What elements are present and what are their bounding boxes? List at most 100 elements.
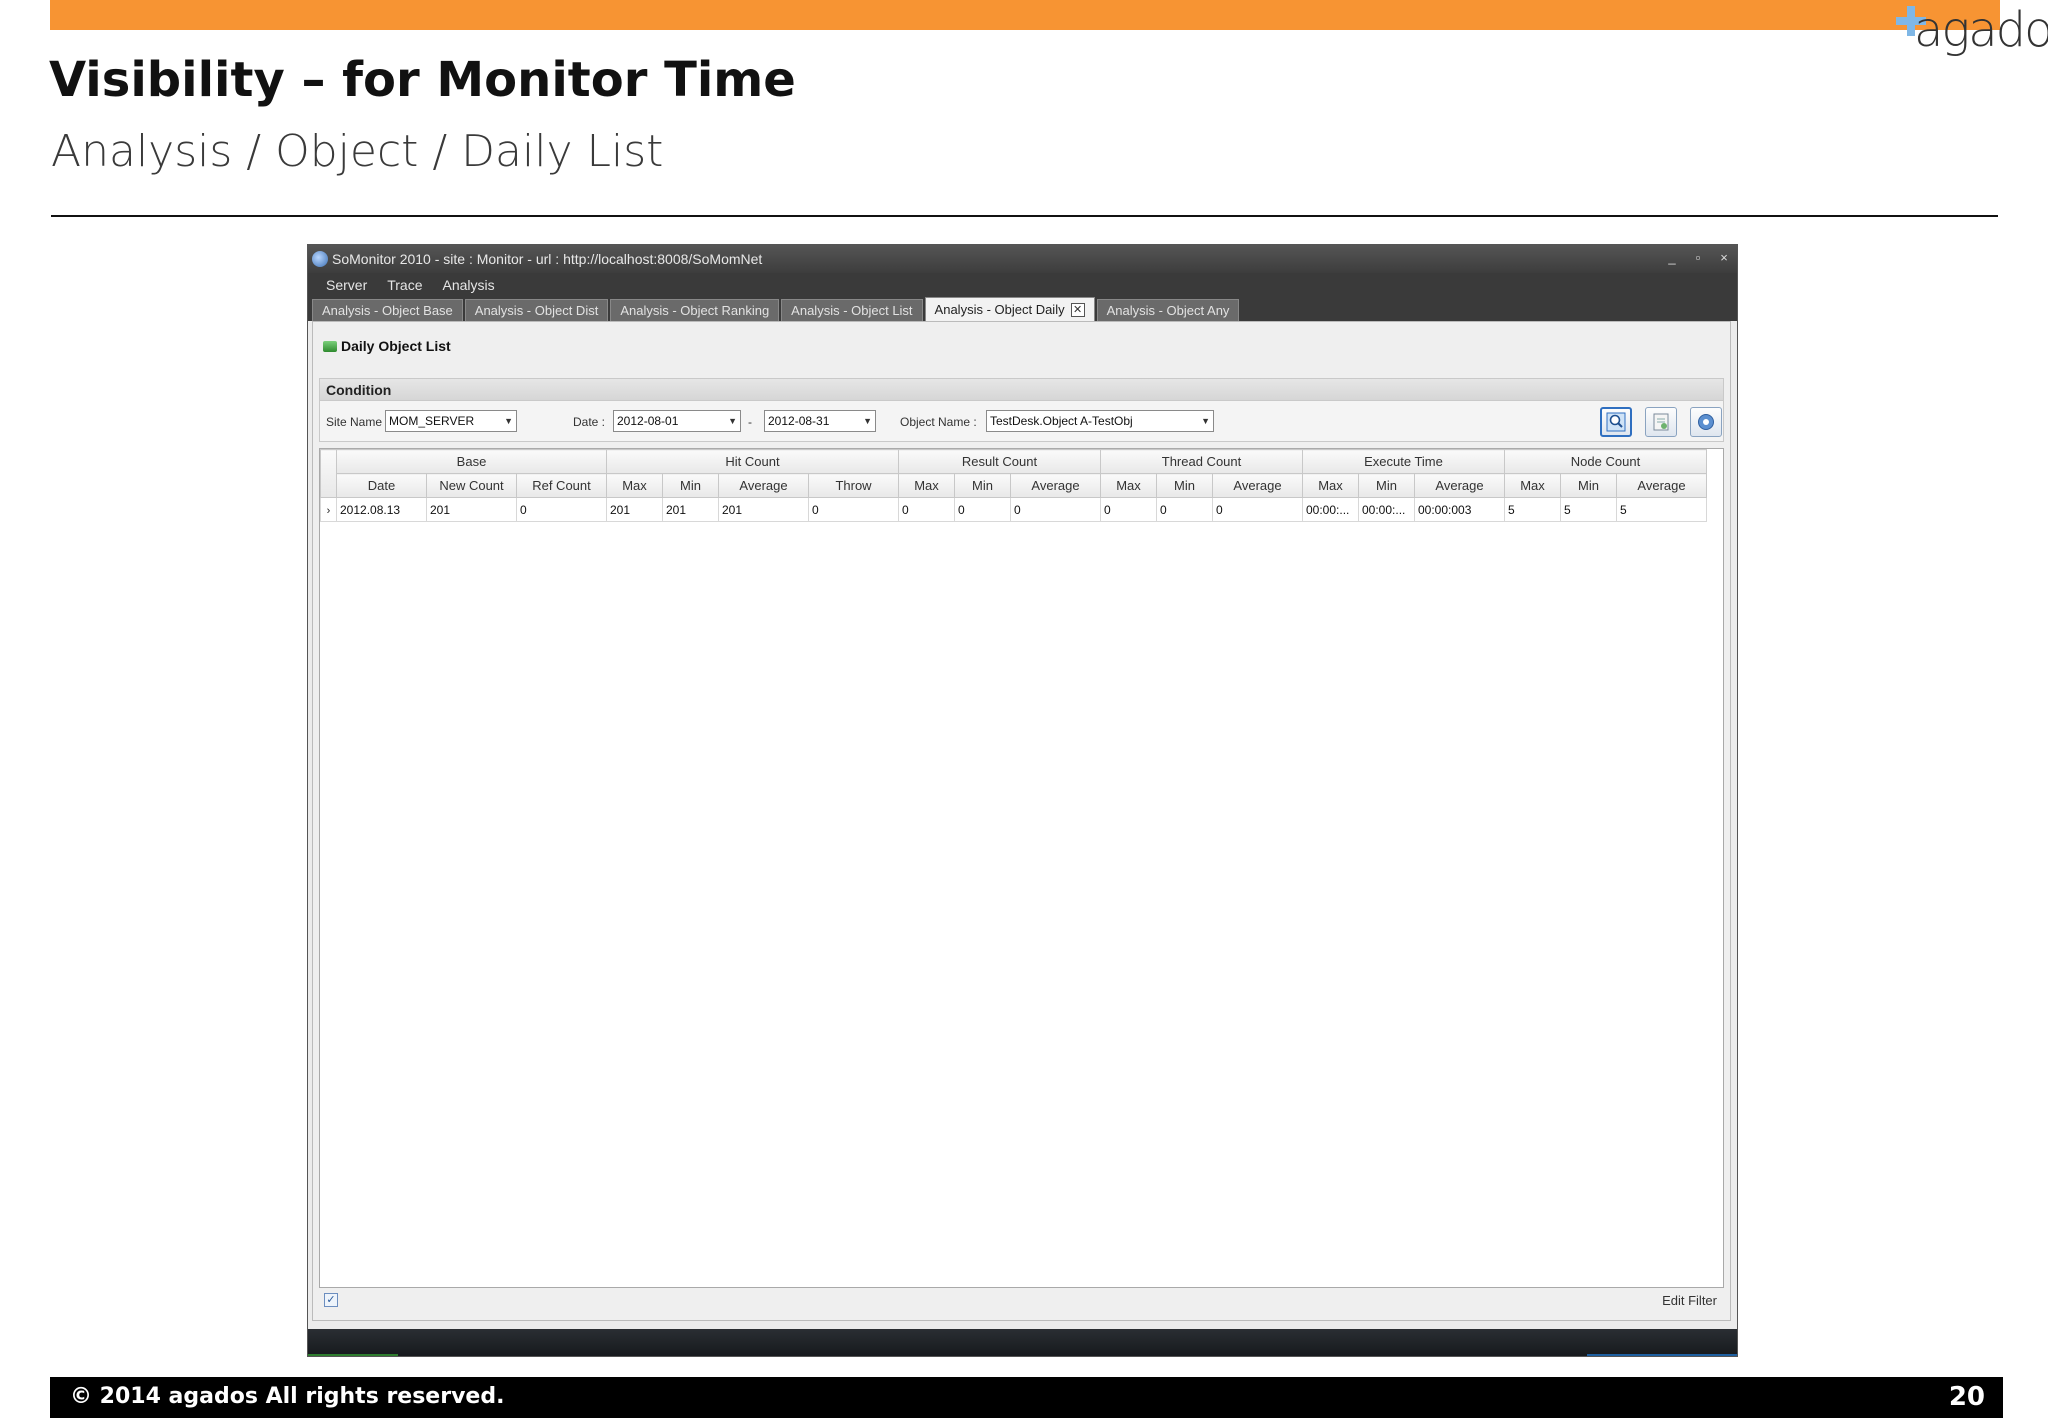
minimize-button[interactable]: _ (1665, 250, 1679, 266)
tab-label: Analysis - Object Ranking (620, 302, 770, 318)
cell-exec-max[interactable]: 00:00:... (1302, 497, 1359, 522)
cell-hit-throw[interactable]: 0 (808, 497, 899, 522)
slide-title: Visibility – for Monitor Time (49, 52, 796, 108)
app-icon (312, 251, 328, 267)
cell-hit-min[interactable]: 201 (662, 497, 719, 522)
grid-status-bar: ✓ Edit Filter (312, 1285, 1731, 1315)
date-to-picker[interactable]: 2012-08-31 ▼ (764, 410, 876, 432)
cell-node-average[interactable]: 5 (1616, 497, 1707, 522)
tab-object-base[interactable]: Analysis - Object Base (312, 299, 463, 321)
export-button[interactable] (1645, 407, 1677, 437)
object-name-select[interactable]: TestDesk.Object A-TestObj ▼ (986, 410, 1214, 432)
column-header-thread-max[interactable]: Max (1100, 473, 1157, 498)
object-name-value: TestDesk.Object A-TestObj (990, 414, 1133, 428)
group-header-result-count[interactable]: Result Count (898, 449, 1101, 474)
cell-thread-max[interactable]: 0 (1100, 497, 1157, 522)
condition-header: Condition (320, 379, 1723, 401)
column-header-thread-min[interactable]: Min (1156, 473, 1213, 498)
cell-result-average[interactable]: 0 (1010, 497, 1101, 522)
column-header-exec-average[interactable]: Average (1414, 473, 1505, 498)
os-taskbar (308, 1329, 1737, 1356)
cell-result-max[interactable]: 0 (898, 497, 955, 522)
cell-exec-average[interactable]: 00:00:003 (1414, 497, 1505, 522)
column-header-ref-count[interactable]: Ref Count (516, 473, 607, 498)
group-header-node-count[interactable]: Node Count (1504, 449, 1707, 474)
filter-enable-checkbox[interactable]: ✓ (324, 1293, 338, 1307)
row-indicator-icon: › (320, 497, 337, 522)
search-button[interactable] (1600, 407, 1632, 437)
column-header-node-min[interactable]: Min (1560, 473, 1617, 498)
site-name-label: Site Name : (326, 415, 389, 429)
condition-row: Site Name : MOM_SERVER ▼ Date : 2012-08-… (320, 407, 1723, 437)
cell-thread-average[interactable]: 0 (1212, 497, 1303, 522)
column-header-result-average[interactable]: Average (1010, 473, 1101, 498)
tab-close-icon[interactable]: ✕ (1070, 302, 1085, 317)
column-header-result-min[interactable]: Min (954, 473, 1011, 498)
tab-object-any[interactable]: Analysis - Object Any (1096, 299, 1240, 321)
cell-node-min[interactable]: 5 (1560, 497, 1617, 522)
tab-content: Daily Object List Condition Site Name : … (312, 321, 1731, 1321)
column-header-node-max[interactable]: Max (1504, 473, 1561, 498)
column-header-thread-average[interactable]: Average (1212, 473, 1303, 498)
group-header-base[interactable]: Base (336, 449, 607, 474)
help-icon (1698, 414, 1714, 430)
restore-button[interactable]: ▫ (1691, 250, 1705, 266)
help-button[interactable] (1690, 407, 1722, 437)
site-name-select[interactable]: MOM_SERVER ▼ (385, 410, 517, 432)
column-header-node-average[interactable]: Average (1616, 473, 1707, 498)
cell-date[interactable]: 2012.08.13 (336, 497, 427, 522)
search-icon (1606, 412, 1626, 432)
table-row[interactable]: › 2012.08.13 201 0 201 201 201 0 0 0 0 0… (320, 497, 1707, 522)
menu-trace[interactable]: Trace (377, 273, 432, 297)
column-header-new-count[interactable]: New Count (426, 473, 517, 498)
title-divider (51, 215, 1998, 217)
daily-object-grid[interactable]: Base Hit Count Result Count Thread Count… (319, 448, 1724, 1288)
cell-hit-max[interactable]: 201 (606, 497, 663, 522)
window-title: SoMonitor 2010 - site : Monitor - url : … (332, 251, 763, 267)
chevron-down-icon: ▼ (863, 416, 872, 426)
tab-object-list[interactable]: Analysis - Object List (781, 299, 923, 321)
cell-node-max[interactable]: 5 (1504, 497, 1561, 522)
group-header-execute-time[interactable]: Execute Time (1302, 449, 1505, 474)
date-from-picker[interactable]: 2012-08-01 ▼ (613, 410, 741, 432)
window-controls: _ ▫ × (1665, 250, 1731, 266)
grid-table: Base Hit Count Result Count Thread Count… (320, 449, 1707, 522)
chevron-right-icon: › (326, 504, 331, 517)
row-indicator-header (320, 449, 337, 498)
agados-logo: agados (1892, 2, 2048, 66)
cell-thread-min[interactable]: 0 (1156, 497, 1213, 522)
page-number: 20 (1948, 1382, 1985, 1412)
tab-bar: Analysis - Object Base Analysis - Object… (308, 297, 1737, 321)
close-button[interactable]: × (1717, 250, 1731, 266)
cell-hit-average[interactable]: 201 (718, 497, 809, 522)
group-header-thread-count[interactable]: Thread Count (1100, 449, 1303, 474)
edit-filter-link[interactable]: Edit Filter (1662, 1293, 1717, 1308)
tab-object-daily[interactable]: Analysis - Object Daily ✕ (924, 297, 1095, 321)
menu-server[interactable]: Server (316, 273, 377, 297)
window-titlebar[interactable]: SoMonitor 2010 - site : Monitor - url : … (308, 245, 1737, 273)
section-title-text: Daily Object List (341, 338, 451, 354)
group-header-hit-count[interactable]: Hit Count (606, 449, 899, 474)
column-header-exec-max[interactable]: Max (1302, 473, 1359, 498)
cell-exec-min[interactable]: 00:00:... (1358, 497, 1415, 522)
date-separator: - (748, 415, 752, 429)
footer-bar: © 2014 agados All rights reserved. 20 (50, 1377, 2003, 1418)
column-header-result-max[interactable]: Max (898, 473, 955, 498)
column-header-hit-min[interactable]: Min (662, 473, 719, 498)
slide-subtitle: Analysis / Object / Daily List (51, 126, 664, 177)
column-header-exec-min[interactable]: Min (1358, 473, 1415, 498)
column-header-hit-max[interactable]: Max (606, 473, 663, 498)
date-label: Date : (573, 415, 606, 429)
tab-object-dist[interactable]: Analysis - Object Dist (464, 299, 609, 321)
cell-result-min[interactable]: 0 (954, 497, 1011, 522)
site-name-value: MOM_SERVER (389, 414, 475, 428)
column-header-date[interactable]: Date (336, 473, 427, 498)
cell-ref-count[interactable]: 0 (516, 497, 607, 522)
chevron-down-icon: ▼ (504, 416, 513, 426)
list-icon (323, 340, 337, 352)
cell-new-count[interactable]: 201 (426, 497, 517, 522)
column-header-hit-throw[interactable]: Throw (808, 473, 899, 498)
column-header-hit-average[interactable]: Average (718, 473, 809, 498)
tab-object-ranking[interactable]: Analysis - Object Ranking (610, 299, 780, 321)
menu-analysis[interactable]: Analysis (433, 273, 505, 297)
